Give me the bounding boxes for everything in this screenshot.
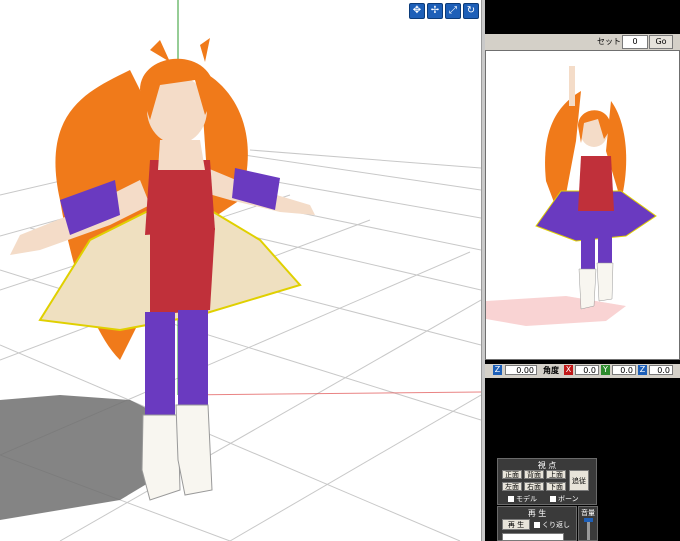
bottom-view-button[interactable]: 下面: [546, 482, 566, 491]
bone-checkbox-label: ボーン: [558, 495, 579, 503]
preview-character: [535, 66, 657, 310]
viewport-scene: [0, 0, 481, 541]
bone-checkbox-box[interactable]: [550, 496, 556, 502]
rotate-icon[interactable]: ✢: [427, 3, 443, 19]
play-title: 再 生: [527, 509, 547, 518]
volume-title: 音量: [581, 509, 595, 517]
play-range-field[interactable]: [502, 533, 564, 541]
y-angle-input[interactable]: 0.0: [612, 365, 636, 375]
z-axis-label: Z: [638, 365, 647, 375]
volume-panel: 音量: [578, 506, 598, 541]
set-label: セット: [597, 37, 621, 46]
right-view-button[interactable]: 右面: [524, 482, 544, 491]
preview-scene: [486, 66, 657, 326]
repeat-checkbox-label: くり返し: [542, 521, 570, 529]
z-angle-input[interactable]: 0.0: [649, 365, 673, 375]
volume-slider-thumb[interactable]: [584, 518, 593, 522]
z-left-axis-label: Z: [493, 365, 502, 375]
reset-icon[interactable]: ↻: [463, 3, 479, 19]
x-axis-line: [177, 391, 481, 396]
play-panel: 再 生 再 生 くり返し: [497, 506, 577, 541]
front-view-button[interactable]: 正面: [502, 470, 522, 479]
top-view-button[interactable]: 上面: [546, 470, 566, 479]
view-toolbar: ✥ ✢ ⤢ ↻: [409, 3, 479, 19]
bone-checkbox[interactable]: ボーン: [550, 494, 579, 504]
viewpoint-panel: 視 点 正面 背面 上面 左面 右面 下面 追従 モデル ボーン: [497, 458, 597, 505]
frame-set-row: セット 0 Go: [485, 34, 680, 50]
zoom-icon[interactable]: ⤢: [445, 3, 461, 19]
x-angle-input[interactable]: 0.0: [575, 365, 599, 375]
move-icon[interactable]: ✥: [409, 3, 425, 19]
side-panel: セット 0 Go Z 0.00 角度 X 0.0 Y 0.0 Z 0.0 視 点…: [485, 0, 680, 541]
model-checkbox-label: モデル: [516, 495, 537, 503]
frame-input[interactable]: 0: [622, 35, 648, 49]
repeat-checkbox-box[interactable]: [534, 522, 540, 528]
angle-bar: Z 0.00 角度 X 0.0 Y 0.0 Z 0.0: [485, 364, 680, 378]
y-axis-label: Y: [601, 365, 610, 375]
play-button[interactable]: 再 生: [502, 519, 530, 530]
model-checkbox[interactable]: モデル: [508, 494, 537, 504]
x-axis-label: X: [564, 365, 573, 375]
3d-viewport[interactable]: ✥ ✢ ⤢ ↻: [0, 0, 481, 541]
follow-button[interactable]: 追従: [569, 470, 589, 491]
left-view-button[interactable]: 左面: [502, 482, 522, 491]
repeat-checkbox[interactable]: くり返し: [534, 520, 570, 530]
go-button[interactable]: Go: [649, 35, 673, 49]
back-view-button[interactable]: 背面: [524, 470, 544, 479]
angle-label: 角度: [543, 366, 559, 375]
camera-preview: [485, 50, 680, 360]
model-checkbox-box[interactable]: [508, 496, 514, 502]
z-left-input[interactable]: 0.00: [505, 365, 537, 375]
